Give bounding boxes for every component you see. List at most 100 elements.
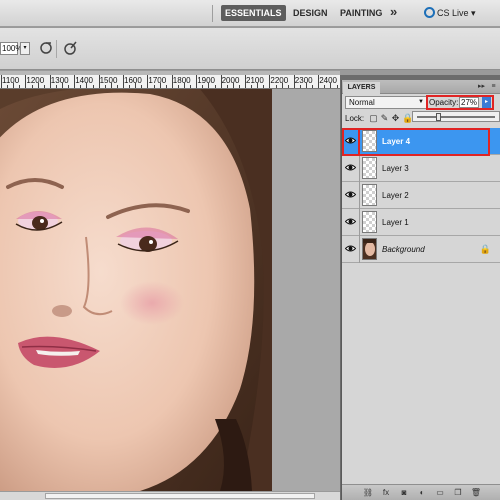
workspace-divider	[212, 5, 213, 22]
chevron-down-icon: ▾	[468, 8, 476, 18]
layer-thumbnail	[362, 211, 377, 233]
ruler-label: 2400	[319, 76, 337, 85]
layer-thumbnail	[362, 157, 377, 179]
ruler-minor-tick	[330, 83, 332, 88]
lock-position-icon[interactable]: ✥	[391, 114, 400, 123]
layer-row[interactable]: Layer 2	[342, 182, 500, 209]
ruler-label: 1200	[26, 76, 45, 85]
opacity-slider-popup	[412, 111, 500, 122]
workspace-essentials-button[interactable]: ESSENTIALS	[221, 5, 286, 21]
ruler-minor-tick	[92, 85, 94, 88]
ruler-minor-tick	[251, 85, 253, 88]
cs-live-button[interactable]: CS Live ▾	[424, 5, 476, 21]
lock-label: Lock:	[345, 114, 365, 123]
lock-transparent-pixels-icon[interactable]: ▢	[369, 114, 378, 123]
layers-panel-footer: ⛓ fx ◙ ◐ ▭ ❐ 🗑	[342, 484, 500, 500]
brush-pressure-icon[interactable]	[38, 40, 54, 56]
group-icon[interactable]: ▭	[434, 488, 446, 498]
ruler-label: 1300	[50, 76, 69, 85]
opacity-slider-track[interactable]	[417, 116, 495, 118]
opacity-slider-thumb[interactable]	[436, 113, 442, 121]
visibility-eye-icon[interactable]	[345, 163, 356, 172]
visibility-highlight	[342, 128, 360, 156]
layer-row[interactable]: Background 🔒	[342, 236, 500, 263]
blend-mode-select[interactable]: Normal ▼	[345, 96, 427, 109]
ruler-minor-tick	[263, 85, 265, 88]
layer-name: Layer 2	[382, 191, 409, 200]
mask-icon[interactable]: ◙	[398, 488, 410, 498]
ruler-minor-tick	[141, 85, 143, 88]
horizontal-scrollbar[interactable]	[0, 491, 340, 500]
ruler-minor-tick	[110, 83, 112, 88]
ruler-minor-tick	[214, 85, 216, 88]
panel-header: LAYERS ▸▸ ≡	[342, 80, 500, 94]
lock-all-icon[interactable]: 🔒	[402, 114, 413, 123]
workspace-painting-button[interactable]: PAINTING	[336, 5, 386, 21]
ruler-label: 1500	[99, 76, 118, 85]
visibility-eye-icon[interactable]	[345, 190, 356, 199]
ruler-minor-tick	[43, 85, 45, 88]
adjustment-icon[interactable]: ◐	[416, 488, 428, 498]
ruler-minor-tick	[287, 85, 289, 88]
canvas-area[interactable]	[0, 89, 340, 491]
options-bar: 100% ▾	[0, 28, 500, 70]
zoom-dropdown[interactable]: ▾	[20, 42, 30, 55]
more-workspaces-button[interactable]: »	[390, 4, 397, 19]
ruler-minor-tick	[68, 85, 70, 88]
blend-mode-value: Normal	[349, 98, 375, 107]
scrollbar-thumb[interactable]	[45, 493, 315, 499]
tablet-size-icon[interactable]	[62, 40, 78, 56]
layers-panel: LAYERS ▸▸ ≡ Normal ▼ Opacity: 27% ▸ Lock…	[341, 80, 500, 500]
ruler-label: 2300	[294, 76, 313, 85]
active-layer-highlight	[342, 128, 490, 156]
application-bar: ESSENTIALS DESIGN PAINTING » CS Live ▾	[0, 0, 500, 27]
ruler-minor-tick	[312, 85, 314, 88]
ruler-minor-tick	[190, 85, 192, 88]
opacity-slider-toggle-icon[interactable]: ▸	[482, 97, 491, 108]
ruler-minor-tick	[226, 85, 228, 88]
layers-tab[interactable]: LAYERS	[343, 82, 380, 94]
options-separator	[56, 40, 57, 58]
ruler-label: 2200	[270, 76, 289, 85]
trash-icon[interactable]: 🗑	[470, 488, 482, 498]
fx-icon[interactable]: fx	[380, 488, 392, 498]
ruler-label: 1400	[75, 76, 93, 85]
background-thumbnail	[362, 238, 377, 260]
opacity-input[interactable]: 27%	[459, 97, 479, 108]
ruler-label: 1600	[124, 76, 142, 85]
visibility-eye-icon[interactable]	[345, 244, 356, 253]
layer-row[interactable]: Layer 3	[342, 155, 500, 182]
ruler-minor-tick	[257, 83, 259, 88]
visibility-separator	[359, 236, 360, 263]
panel-menu-icon[interactable]: ≡	[489, 82, 498, 91]
ruler-minor-tick	[62, 83, 63, 88]
ruler-minor-tick	[184, 83, 185, 88]
ruler-minor-tick	[238, 85, 240, 88]
visibility-eye-icon[interactable]	[345, 217, 356, 226]
ruler-minor-tick	[37, 83, 39, 88]
ruler-minor-tick	[31, 85, 33, 88]
portrait-photo	[0, 89, 272, 491]
ruler-label: 1900	[197, 76, 215, 85]
ruler-minor-tick	[281, 83, 283, 88]
new-layer-icon[interactable]: ❐	[452, 488, 464, 498]
workspace-design-button[interactable]: DESIGN	[289, 5, 332, 21]
ruler-minor-tick	[13, 83, 15, 88]
ruler-minor-tick	[208, 83, 210, 88]
link-icon[interactable]: ⛓	[362, 488, 374, 498]
visibility-separator	[359, 182, 360, 209]
zoom-input[interactable]: 100%	[0, 42, 22, 55]
layers-empty-area[interactable]	[342, 264, 500, 484]
ruler-minor-tick	[86, 83, 88, 88]
ruler-minor-tick	[116, 85, 118, 88]
ruler-minor-tick	[177, 85, 179, 88]
layer-row[interactable]: Layer 1	[342, 209, 500, 236]
lock-image-pixels-icon[interactable]: ✎	[380, 114, 389, 123]
collapse-panel-icon[interactable]: ▸▸	[478, 82, 485, 90]
cs-live-icon	[424, 7, 435, 18]
ruler-minor-tick	[135, 83, 137, 88]
horizontal-ruler: 1100 1200 1300 1400 1500 1600 1700 1800 1900 2000…	[0, 75, 340, 89]
ruler-minor-tick	[232, 83, 234, 88]
ruler-minor-tick	[129, 85, 131, 88]
ruler-minor-tick	[19, 85, 21, 88]
